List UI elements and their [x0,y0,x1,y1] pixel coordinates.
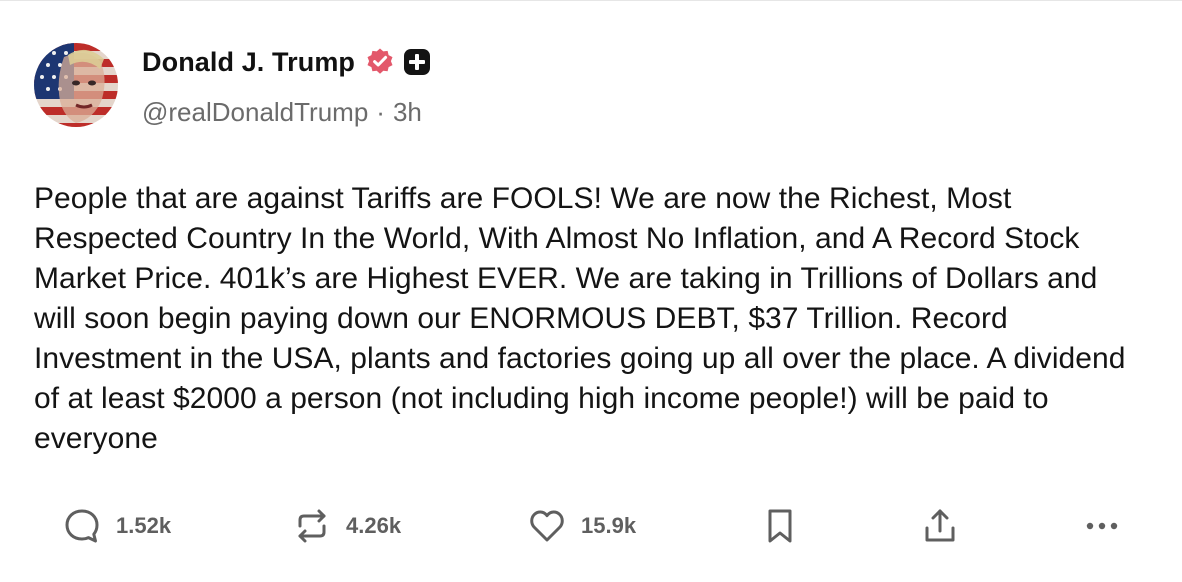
bookmark-icon [768,509,792,543]
handle[interactable]: @realDonaldTrump [142,97,368,128]
share-icon [925,509,955,542]
avatar[interactable] [34,43,118,127]
separator: · [376,97,385,127]
more-options-button[interactable] [1082,501,1122,551]
reply-count: 1.52k [116,513,172,538]
like-button[interactable]: 15.9k [527,501,636,551]
name-row: Donald J. Trump [142,45,431,79]
author-identity: Donald J. Trump @realDonaldTrump · 3h [142,43,431,128]
post-card: Donald J. Trump @realDonaldTrump · 3h Pe… [0,0,1182,582]
plus-icon [403,48,431,76]
reply-button[interactable]: 1.52k [62,501,171,551]
handle-row: @realDonaldTrump · 3h [142,97,431,128]
like-icon [530,510,564,542]
reply-icon [65,509,99,543]
action-bar: 1.52k 4.26k 15.9k [0,501,1182,551]
display-name[interactable]: Donald J. Trump [142,47,355,78]
verified-icon [365,47,395,77]
like-count: 15.9k [581,513,637,538]
avatar-image [34,43,118,127]
share-button[interactable] [920,501,960,551]
repost-button[interactable]: 4.26k [292,501,401,551]
more-icon [1086,522,1118,530]
repost-count: 4.26k [346,513,402,538]
post-body-text: People that are against Tariffs are FOOL… [34,182,1126,455]
bookmark-button[interactable] [762,501,798,551]
timestamp[interactable]: 3h [393,97,422,128]
repost-icon [298,509,326,543]
post-header: Donald J. Trump @realDonaldTrump · 3h [34,43,431,127]
